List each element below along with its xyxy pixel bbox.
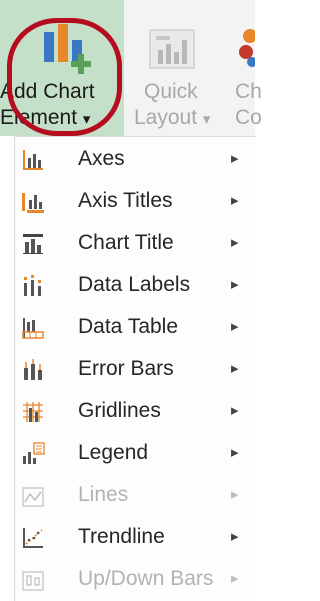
submenu-arrow-icon: ▸ [231, 360, 239, 377]
chart-title-icon [23, 234, 43, 254]
menu-item-error-bars[interactable]: Error Bars ▸ [15, 349, 256, 391]
menu-item-label: Chart Title [78, 231, 174, 254]
quick-layout-label-line2: Layout ▾ [134, 106, 210, 132]
submenu-arrow-icon: ▸ [231, 528, 239, 545]
axis-titles-icon [22, 193, 44, 213]
lines-icon [22, 487, 44, 507]
highlight-ring-annotation [7, 18, 122, 136]
change-colors-label-line2: Co [235, 106, 262, 129]
menu-item-label: Error Bars [78, 357, 174, 380]
menu-item-axis-titles[interactable]: Axis Titles ▸ [15, 181, 256, 223]
menu-item-label: Axes [78, 147, 125, 170]
quick-layout-label-text: Layout [134, 106, 198, 129]
submenu-arrow-icon: ▸ [231, 402, 239, 419]
menu-item-label: Trendline [78, 525, 165, 548]
axes-icon [23, 150, 43, 170]
menu-item-trendline[interactable]: Trendline ▸ [15, 517, 256, 559]
gridlines-icon [23, 402, 43, 422]
menu-item-data-labels[interactable]: Data Labels ▸ [15, 265, 256, 307]
submenu-arrow-icon: ▸ [231, 318, 239, 335]
menu-item-label: Data Labels [78, 273, 191, 296]
add-chart-element-menu: Axes ▸ Axis Titles ▸ Chart Title ▸ Data … [14, 136, 256, 601]
menu-item-label: Gridlines [78, 399, 161, 422]
chevron-down-icon: ▾ [202, 111, 211, 128]
quick-layout-button[interactable]: Quick Layout ▾ [134, 0, 224, 136]
menu-item-label: Lines [78, 483, 129, 506]
menu-item-legend[interactable]: Legend ▸ [15, 433, 256, 475]
menu-item-gridlines[interactable]: Gridlines ▸ [15, 391, 256, 433]
menu-item-axes[interactable]: Axes ▸ [15, 139, 256, 181]
menu-item-label: Axis Titles [78, 189, 173, 212]
menu-item-up-down-bars[interactable]: Up/Down Bars ▸ [15, 559, 256, 601]
data-labels-icon [24, 275, 41, 296]
data-table-icon [22, 318, 44, 339]
change-colors-label-line1: Ch [235, 80, 262, 103]
menu-item-label: Up/Down Bars [78, 567, 214, 590]
up-down-bars-icon [22, 571, 44, 591]
change-colors-button[interactable]: Ch Co [232, 0, 262, 136]
menu-item-label: Data Table [78, 315, 179, 338]
quick-layout-label-line1: Quick [144, 80, 198, 103]
menu-item-chart-title[interactable]: Chart Title ▸ [15, 223, 256, 265]
submenu-arrow-icon: ▸ [231, 570, 239, 587]
submenu-arrow-icon: ▸ [231, 234, 239, 251]
trendline-icon [23, 528, 43, 548]
menu-item-data-table[interactable]: Data Table ▸ [15, 307, 256, 349]
submenu-arrow-icon: ▸ [231, 444, 239, 461]
submenu-arrow-icon: ▸ [231, 486, 239, 503]
legend-icon [23, 442, 45, 464]
quick-layout-icon [149, 29, 195, 69]
error-bars-icon [24, 359, 42, 380]
menu-item-label: Legend [78, 441, 149, 464]
change-colors-icon [239, 29, 255, 67]
submenu-arrow-icon: ▸ [231, 276, 239, 293]
menu-item-lines[interactable]: Lines ▸ [15, 475, 256, 517]
submenu-arrow-icon: ▸ [231, 192, 239, 209]
submenu-arrow-icon: ▸ [231, 150, 239, 167]
chart-design-ribbon: Add Chart Element ▾ Quick Layout ▾ Ch Co [0, 0, 262, 136]
